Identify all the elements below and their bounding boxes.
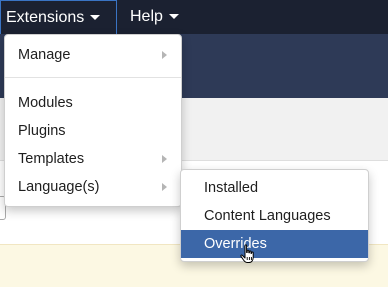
extensions-dropdown: Manage Modules Plugins Templates Languag… — [4, 34, 182, 207]
caret-down-icon — [168, 14, 179, 20]
nav-help-menu[interactable]: Help — [130, 0, 179, 34]
menu-item-label: Plugins — [18, 123, 66, 139]
menu-item-label: Templates — [18, 151, 85, 167]
top-navbar: Extensions Help — [0, 0, 388, 34]
chevron-right-icon — [162, 183, 167, 191]
submenu-item-content-languages[interactable]: Content Languages — [181, 202, 368, 230]
submenu-item-installed[interactable]: Installed — [181, 174, 368, 202]
submenu-item-label: Content Languages — [204, 208, 331, 224]
menu-item-modules[interactable]: Modules — [5, 89, 181, 117]
menu-item-languages[interactable]: Language(s) — [5, 173, 181, 201]
chevron-right-icon — [162, 155, 167, 163]
languages-submenu: Installed Content Languages Overrides — [180, 169, 369, 262]
submenu-item-label: Installed — [204, 180, 259, 196]
submenu-item-label: Overrides — [204, 236, 267, 252]
menu-item-label: Language(s) — [18, 179, 100, 195]
nav-extensions-label: Extensions — [6, 9, 85, 26]
menu-item-manage[interactable]: Manage — [5, 41, 181, 69]
chevron-right-icon — [162, 51, 167, 59]
menu-item-plugins[interactable]: Plugins — [5, 117, 181, 145]
nav-extensions-menu[interactable]: Extensions — [0, 0, 117, 34]
caret-down-icon — [90, 15, 101, 21]
menu-item-label: Manage — [18, 47, 71, 63]
hand-pointer-icon — [239, 244, 257, 264]
nav-help-label: Help — [130, 8, 163, 25]
menu-item-label: Modules — [18, 95, 73, 111]
menu-divider — [5, 77, 181, 78]
menu-item-templates[interactable]: Templates — [5, 145, 181, 173]
submenu-item-overrides[interactable]: Overrides — [181, 230, 368, 258]
